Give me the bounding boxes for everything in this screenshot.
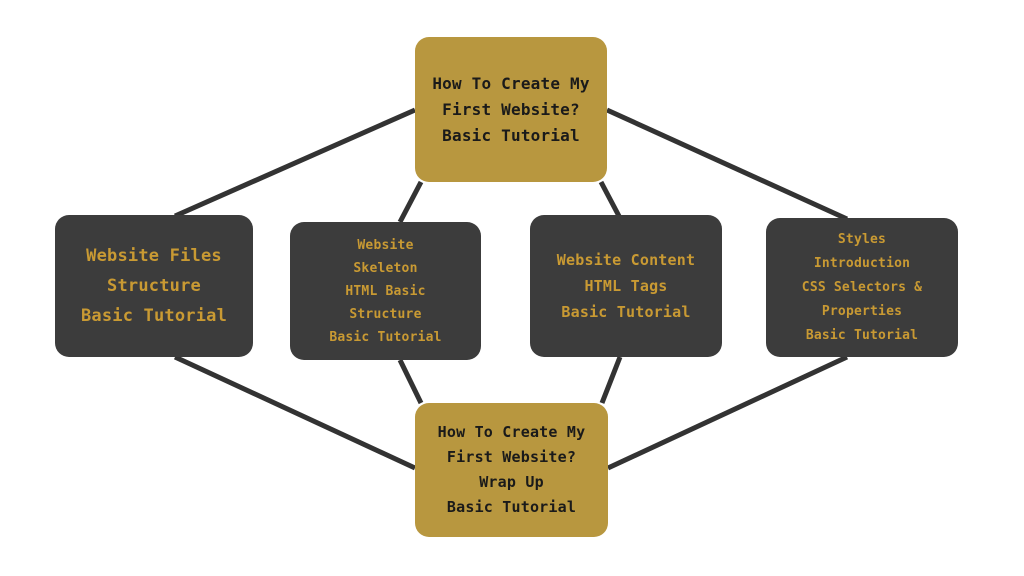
- node-bottom-line: Basic Tutorial: [446, 498, 577, 516]
- diagram-canvas: How To Create My First Website? Basic Tuto…: [0, 0, 1024, 576]
- edge-top-to-content: [598, 180, 623, 220]
- edge-top-to-files: [173, 107, 417, 219]
- node-bottom-line: How To Create My: [437, 423, 586, 441]
- node-styles-line: Styles: [837, 231, 887, 247]
- node-content[interactable]: Website Content HTML Tags Basic Tutorial: [530, 215, 722, 357]
- node-top-line: Basic Tutorial: [442, 125, 580, 145]
- node-content-line: Basic Tutorial: [561, 303, 691, 321]
- edge-skeleton-to-bottom: [397, 358, 424, 405]
- node-skeleton[interactable]: Website Skeleton HTML Basic Structure Basic …: [290, 222, 481, 360]
- node-files[interactable]: Website Files Structure Basic Tutorial: [55, 215, 253, 357]
- node-skeleton-line: Website: [357, 237, 414, 253]
- node-skeleton-line: Basic Tutorial: [329, 329, 442, 345]
- node-bottom-line: First Website?: [446, 448, 577, 466]
- edge-styles-to-bottom: [606, 354, 849, 471]
- node-content-line: Website Content: [556, 251, 696, 269]
- node-skeleton-line: HTML Basic: [345, 283, 426, 299]
- node-files-line: Basic Tutorial: [80, 306, 228, 326]
- node-styles-line: Properties: [821, 303, 903, 319]
- node-files-line: Website Files: [86, 246, 222, 266]
- edge-content-to-bottom: [599, 356, 623, 404]
- node-styles-line: Basic Tutorial: [805, 327, 919, 343]
- node-styles-line: Introduction: [813, 255, 911, 271]
- node-top[interactable]: How To Create My First Website? Basic Tuto…: [415, 37, 607, 182]
- edge-top-to-styles: [605, 107, 849, 222]
- node-styles-line: CSS Selectors &: [801, 279, 923, 295]
- node-bottom-line: Wrap Up: [479, 473, 544, 491]
- edge-top-to-skeleton: [397, 180, 424, 224]
- edge-files-to-bottom: [173, 354, 417, 471]
- node-files-line: Structure: [107, 276, 201, 296]
- node-styles[interactable]: Styles Introduction CSS Selectors & Propert…: [766, 218, 958, 357]
- node-bottom[interactable]: How To Create My First Website? Wrap Up Bas…: [415, 403, 608, 537]
- node-skeleton-line: Skeleton: [353, 260, 418, 276]
- node-skeleton-line: Structure: [349, 306, 422, 322]
- node-top-line: How To Create My: [432, 73, 590, 93]
- node-top-line: First Website?: [442, 99, 580, 119]
- node-content-line: HTML Tags: [584, 277, 668, 295]
